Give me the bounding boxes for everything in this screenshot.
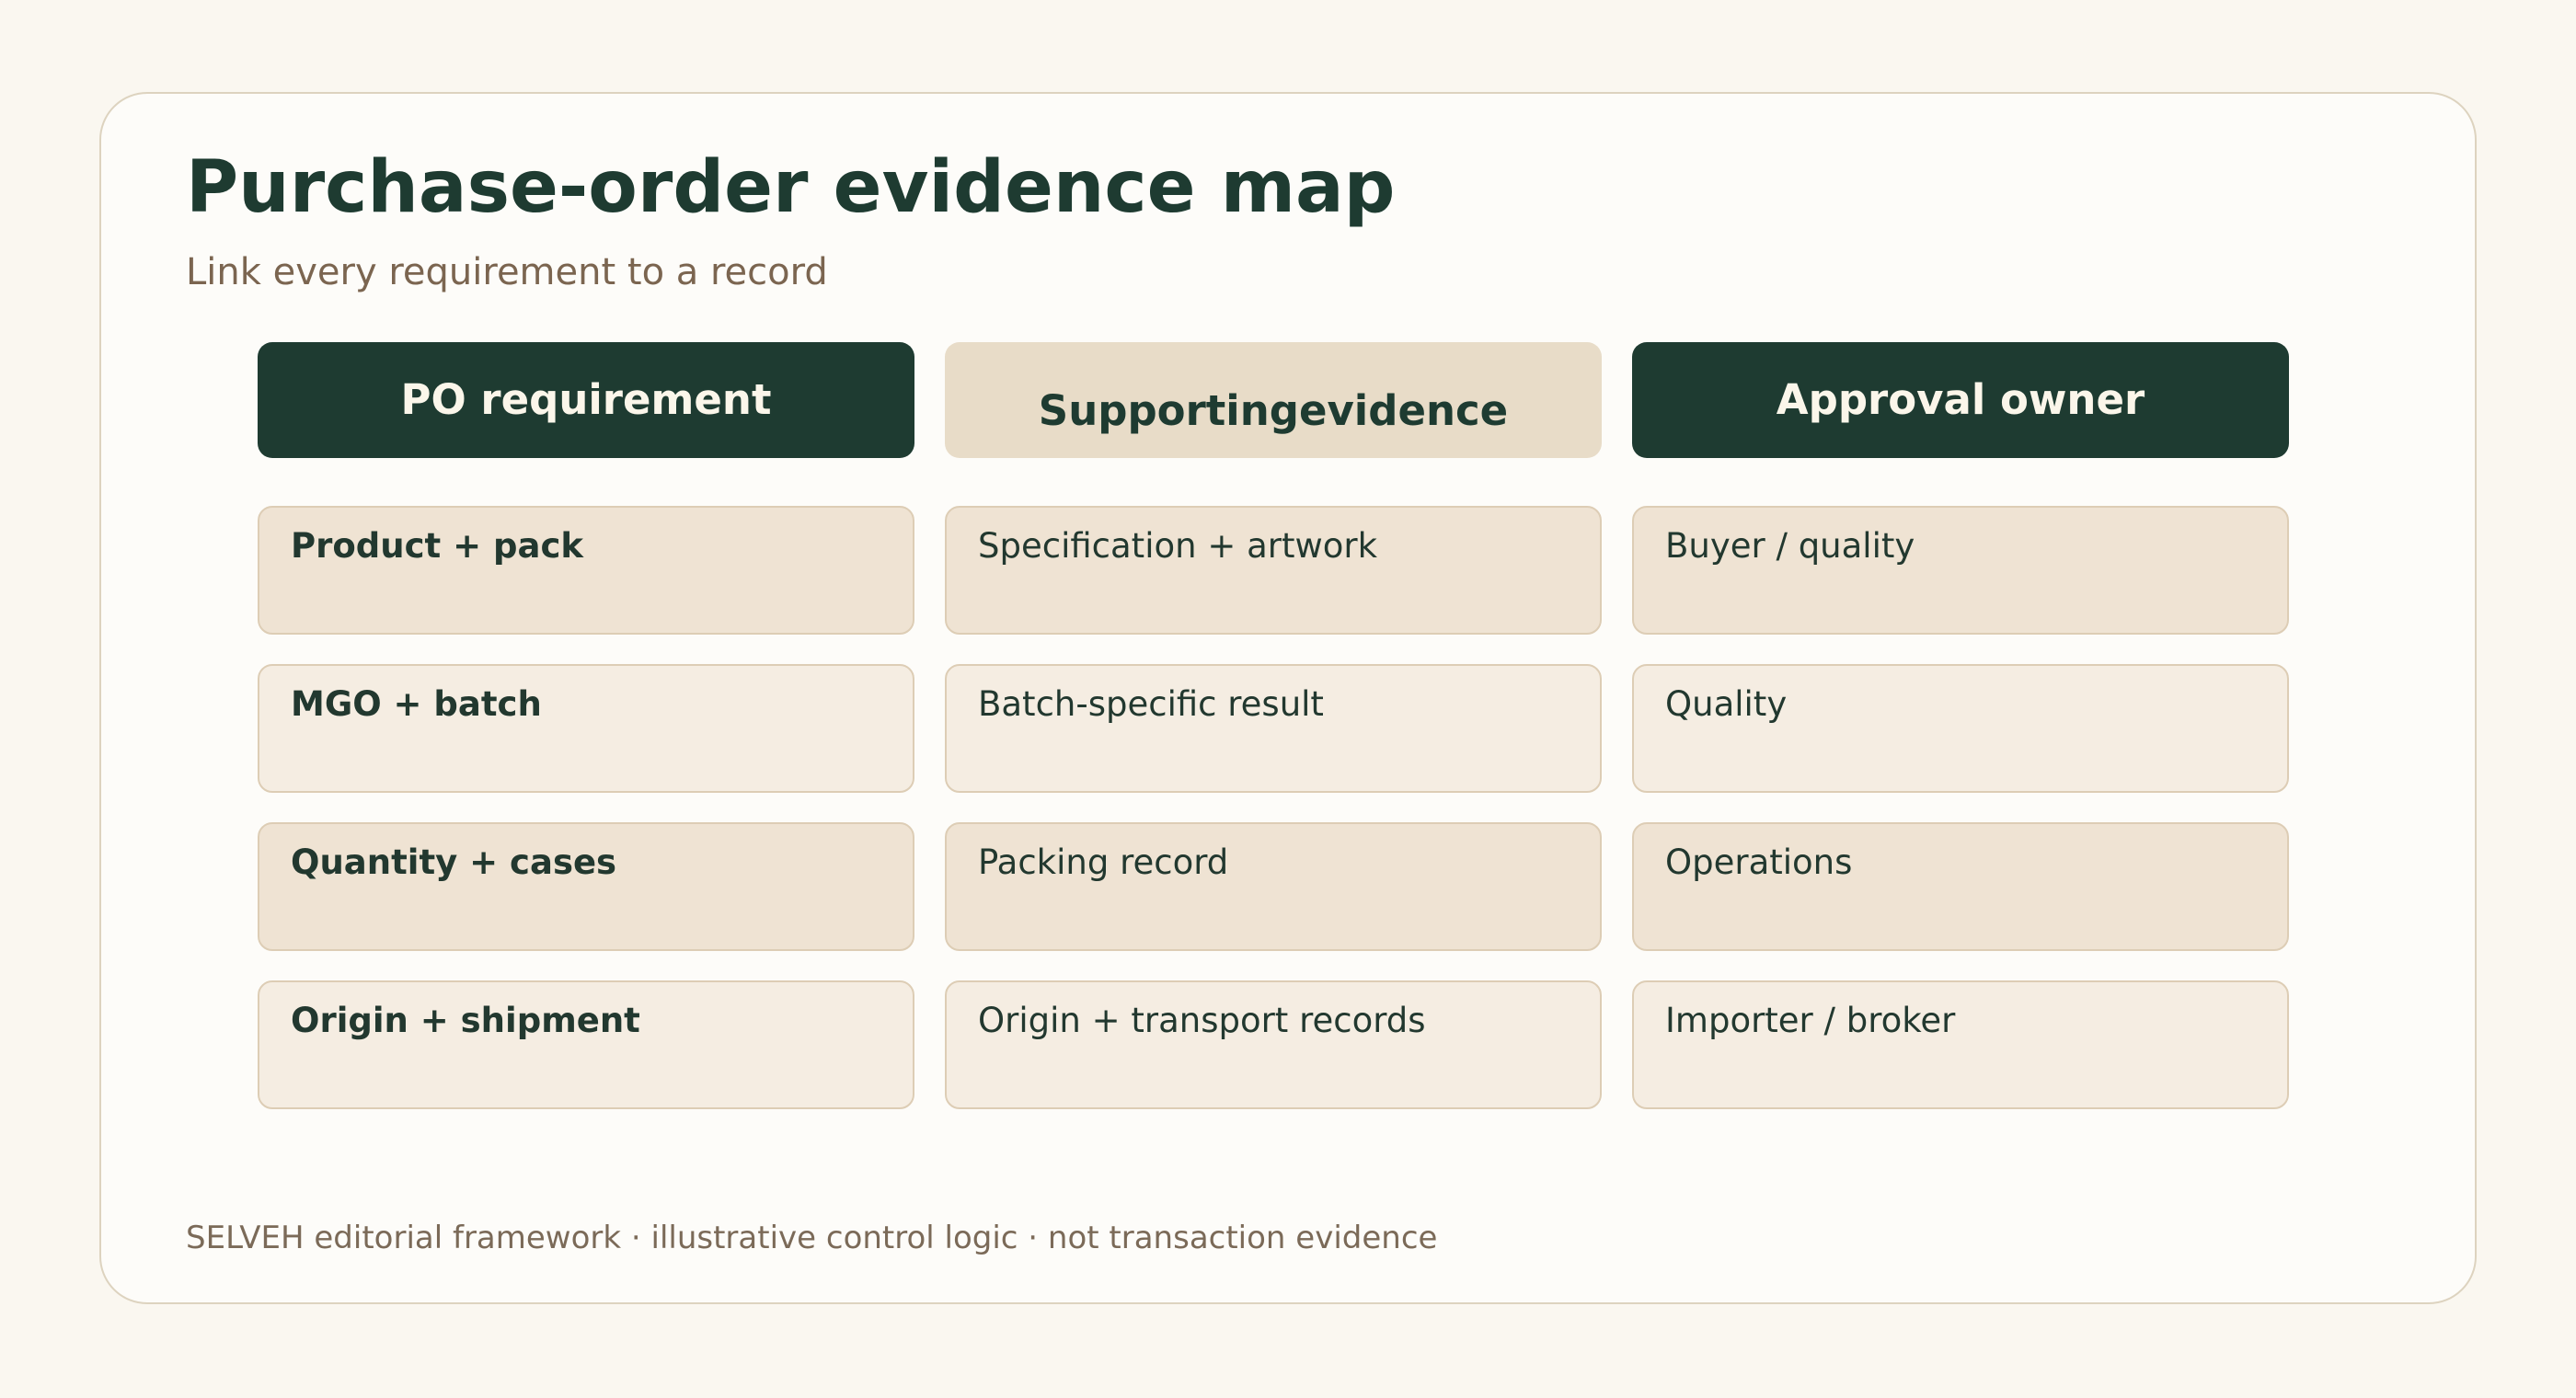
- evidence-cell: Specification + artwork: [945, 506, 1602, 635]
- owner-cell: Quality: [1632, 664, 2289, 793]
- requirement-cell: Origin + shipment: [258, 980, 914, 1109]
- page-subtitle: Link every requirement to a record: [186, 251, 828, 293]
- evidence-cell: Packing record: [945, 822, 1602, 951]
- requirement-cell: MGO + batch: [258, 664, 914, 793]
- requirement-cell: Quantity + cases: [258, 822, 914, 951]
- requirement-cell: Product + pack: [258, 506, 914, 635]
- column-header-po-requirement: PO requirement: [258, 342, 914, 458]
- evidence-map-card: Purchase-order evidence map Link every r…: [99, 92, 2477, 1304]
- footer-note: SELVEH editorial framework · illustrativ…: [186, 1220, 1438, 1256]
- owner-cell: Importer / broker: [1632, 980, 2289, 1109]
- evidence-cell: Batch-specific result: [945, 664, 1602, 793]
- column-header-label-line-2: evidence: [1298, 386, 1509, 436]
- column-header-label-line-1: Supporting: [1038, 386, 1299, 436]
- evidence-cell: Origin + transport records: [945, 980, 1602, 1109]
- column-header-label: Approval owner: [1776, 375, 2145, 425]
- owner-cell: Buyer / quality: [1632, 506, 2289, 635]
- column-header-label: PO requirement: [400, 375, 772, 425]
- page-title: Purchase-order evidence map: [186, 146, 1396, 229]
- owner-cell: Operations: [1632, 822, 2289, 951]
- column-header-approval-owner: Approval owner: [1632, 342, 2289, 458]
- column-header-supporting-evidence: Supporting evidence: [945, 342, 1602, 458]
